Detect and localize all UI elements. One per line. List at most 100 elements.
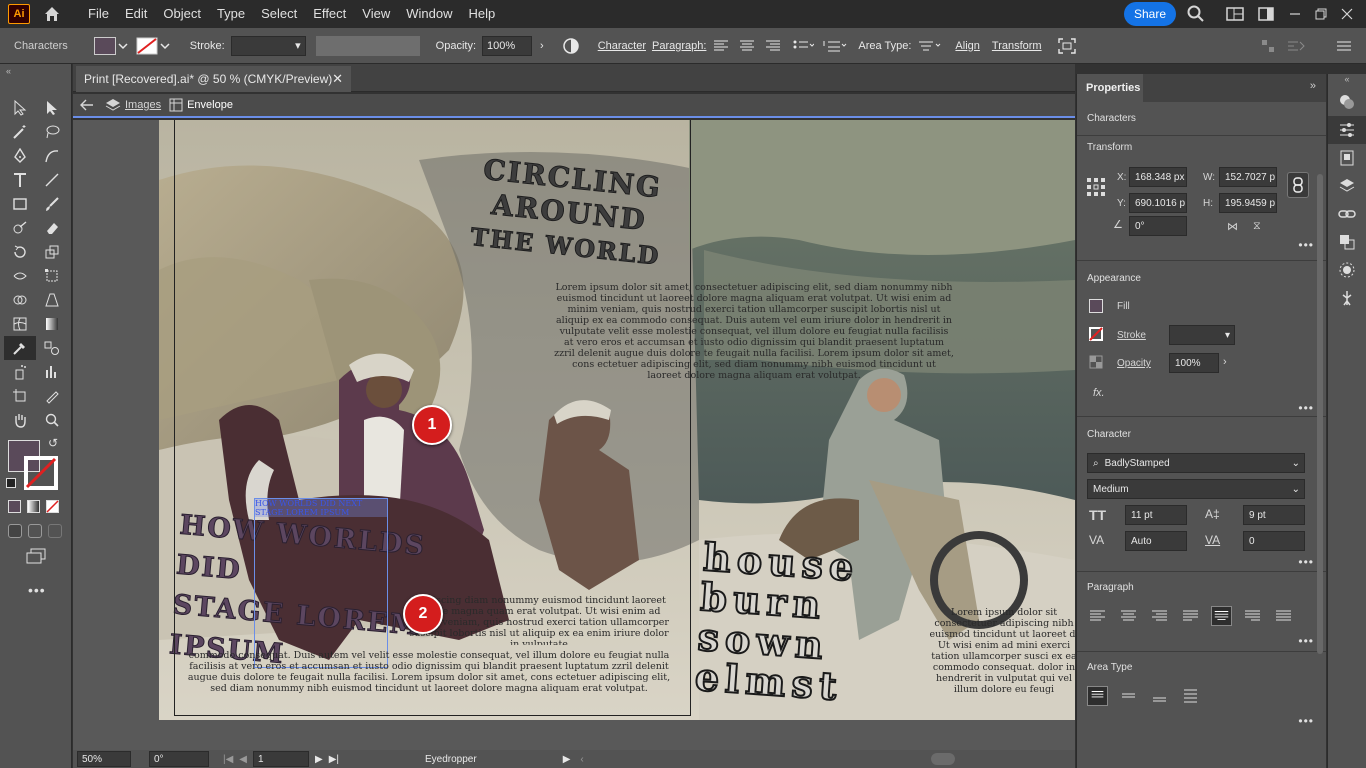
eyedropper-tool[interactable] — [4, 336, 36, 360]
transform-link[interactable]: Transform — [986, 40, 1048, 52]
justify-center-icon[interactable] — [1211, 606, 1232, 626]
color-mode-icon[interactable] — [8, 500, 21, 513]
arrange-documents-icon[interactable] — [1226, 7, 1244, 21]
screen-mode-icon[interactable] — [26, 548, 46, 564]
opacity-field[interactable]: 100% — [482, 35, 533, 56]
puppet-panel-button[interactable] — [1328, 284, 1366, 312]
collapse-icon[interactable]: « — [6, 66, 11, 76]
kerning-field[interactable]: Auto — [1125, 531, 1187, 551]
last-artboard-icon[interactable]: ▶| — [329, 754, 339, 765]
perspective-tool[interactable] — [36, 288, 68, 312]
zoom-tool[interactable] — [36, 408, 68, 432]
angle-field[interactable]: 0° — [1129, 216, 1187, 236]
share-button[interactable]: Share — [1123, 2, 1176, 26]
menu-window[interactable]: Window — [398, 0, 460, 28]
horizontal-scrollbar[interactable] — [931, 753, 955, 765]
none-mode-icon[interactable] — [46, 500, 59, 513]
more-options-icon[interactable]: ••• — [1298, 401, 1314, 415]
stroke-weight-panel-field[interactable]: ▾ — [1169, 325, 1235, 345]
curvature-tool[interactable] — [36, 144, 68, 168]
width-tool[interactable] — [4, 264, 36, 288]
zoom-field[interactable]: 50% — [77, 751, 131, 767]
stroke-swatch-panel[interactable] — [1089, 327, 1103, 341]
align-right-icon[interactable] — [764, 39, 782, 53]
body-text-bottom[interactable]: commodo consequat. Duis autem vel velit … — [179, 650, 679, 695]
menu-view[interactable]: View — [354, 0, 398, 28]
stroke-weight-field[interactable]: ▾ — [230, 35, 306, 56]
links-panel-button[interactable] — [1328, 200, 1366, 228]
align-middle-icon[interactable] — [1118, 686, 1139, 706]
opacity-link[interactable]: Opacity — [1117, 358, 1151, 369]
first-artboard-icon[interactable]: |◀ — [223, 754, 233, 765]
chevron-down-icon[interactable] — [158, 41, 172, 51]
type-tool[interactable] — [4, 168, 36, 192]
x-field[interactable]: 168.348 px — [1129, 167, 1187, 187]
panel-menu-icon[interactable] — [1336, 39, 1352, 53]
justify-all-icon[interactable] — [1273, 606, 1294, 626]
tracking-field[interactable]: 0 — [1243, 531, 1305, 551]
bullets-icon[interactable] — [792, 39, 815, 53]
artboard[interactable]: CIRCLING AROUND THE WORLD Lorem ipsum do… — [159, 120, 1075, 720]
align-top-icon[interactable] — [1087, 686, 1108, 706]
more-options-icon[interactable]: ••• — [1298, 634, 1314, 648]
menu-file[interactable]: File — [80, 0, 117, 28]
flip-horizontal-icon[interactable]: ⋈ — [1227, 220, 1238, 233]
selected-text-frame[interactable]: HOW WORLDS DID NEXT STAGE LOREM IPSUM — [254, 498, 388, 668]
justify-right-icon[interactable] — [1242, 606, 1263, 626]
blend-tool[interactable] — [36, 336, 68, 360]
free-transform-tool[interactable] — [36, 264, 68, 288]
variable-width-dropdown[interactable] — [315, 35, 420, 56]
document-tab[interactable]: Print [Recovered].ai* @ 50 % (CMYK/Previ… — [76, 66, 351, 92]
more-options-icon[interactable]: ••• — [1298, 714, 1314, 728]
gradient-mode-icon[interactable] — [27, 500, 40, 513]
align-center-icon[interactable] — [1118, 606, 1139, 626]
scroll-left-icon[interactable]: ‹ — [580, 754, 583, 765]
panel-collapse-icon[interactable]: » — [1310, 80, 1316, 92]
body-text-right[interactable]: Lorem ipsum dolor sit consectetuer adipi… — [929, 607, 1075, 697]
draw-normal-icon[interactable] — [8, 524, 22, 538]
constrain-proportions-button[interactable] — [1287, 172, 1309, 198]
body-text-middle[interactable]: adipiscing diam nonummy euismod tincidun… — [409, 595, 669, 645]
layers-panel-button[interactable] — [1328, 172, 1366, 200]
breadcrumb-images[interactable]: Images — [125, 99, 161, 111]
font-family-field[interactable]: ⌕ BadlyStamped ⌄ — [1087, 453, 1305, 473]
justify-left-icon[interactable] — [1180, 606, 1201, 626]
status-menu-icon[interactable]: ▶ — [563, 754, 571, 765]
menu-select[interactable]: Select — [253, 0, 305, 28]
align-left-icon[interactable] — [1087, 606, 1108, 626]
stroke-color-swatch[interactable] — [24, 456, 58, 490]
selection-tool[interactable] — [4, 96, 36, 120]
fill-swatch-panel[interactable] — [1089, 299, 1103, 313]
opacity-arrow[interactable]: › — [540, 40, 544, 52]
paintbrush-tool[interactable] — [36, 192, 68, 216]
dock-collapse-icon[interactable]: « — [1328, 74, 1366, 88]
paragraph-link[interactable]: Paragraph: — [652, 40, 712, 52]
stroke-link[interactable]: Stroke — [1117, 330, 1146, 341]
menu-edit[interactable]: Edit — [117, 0, 155, 28]
mesh-tool[interactable] — [4, 312, 36, 336]
rotation-field[interactable]: 0° — [149, 751, 209, 767]
shape-builder-tool[interactable] — [4, 288, 36, 312]
properties-panel-button[interactable] — [1328, 116, 1366, 144]
reference-point-icon[interactable] — [1087, 178, 1105, 196]
line-tool[interactable] — [36, 168, 68, 192]
artboard-tool[interactable] — [4, 384, 36, 408]
pathfinder-panel-button[interactable] — [1328, 228, 1366, 256]
magic-wand-tool[interactable] — [4, 120, 36, 144]
menu-object[interactable]: Object — [155, 0, 209, 28]
rotate-tool[interactable] — [4, 240, 36, 264]
area-type-icon[interactable] — [917, 39, 943, 53]
search-icon[interactable] — [1186, 4, 1206, 24]
eraser-tool[interactable] — [36, 216, 68, 240]
menu-help[interactable]: Help — [460, 0, 503, 28]
appearance-panel-button[interactable] — [1328, 256, 1366, 284]
character-link[interactable]: Character — [592, 40, 652, 52]
gradient-tool[interactable] — [36, 312, 68, 336]
chevron-down-icon[interactable] — [116, 41, 130, 51]
align-left-icon[interactable] — [712, 39, 730, 53]
back-arrow-icon[interactable] — [79, 98, 95, 112]
workspace-icon[interactable] — [1258, 7, 1274, 21]
prev-artboard-icon[interactable]: ◀ — [239, 754, 247, 765]
recolor-icon[interactable] — [562, 37, 580, 55]
rectangle-tool[interactable] — [4, 192, 36, 216]
